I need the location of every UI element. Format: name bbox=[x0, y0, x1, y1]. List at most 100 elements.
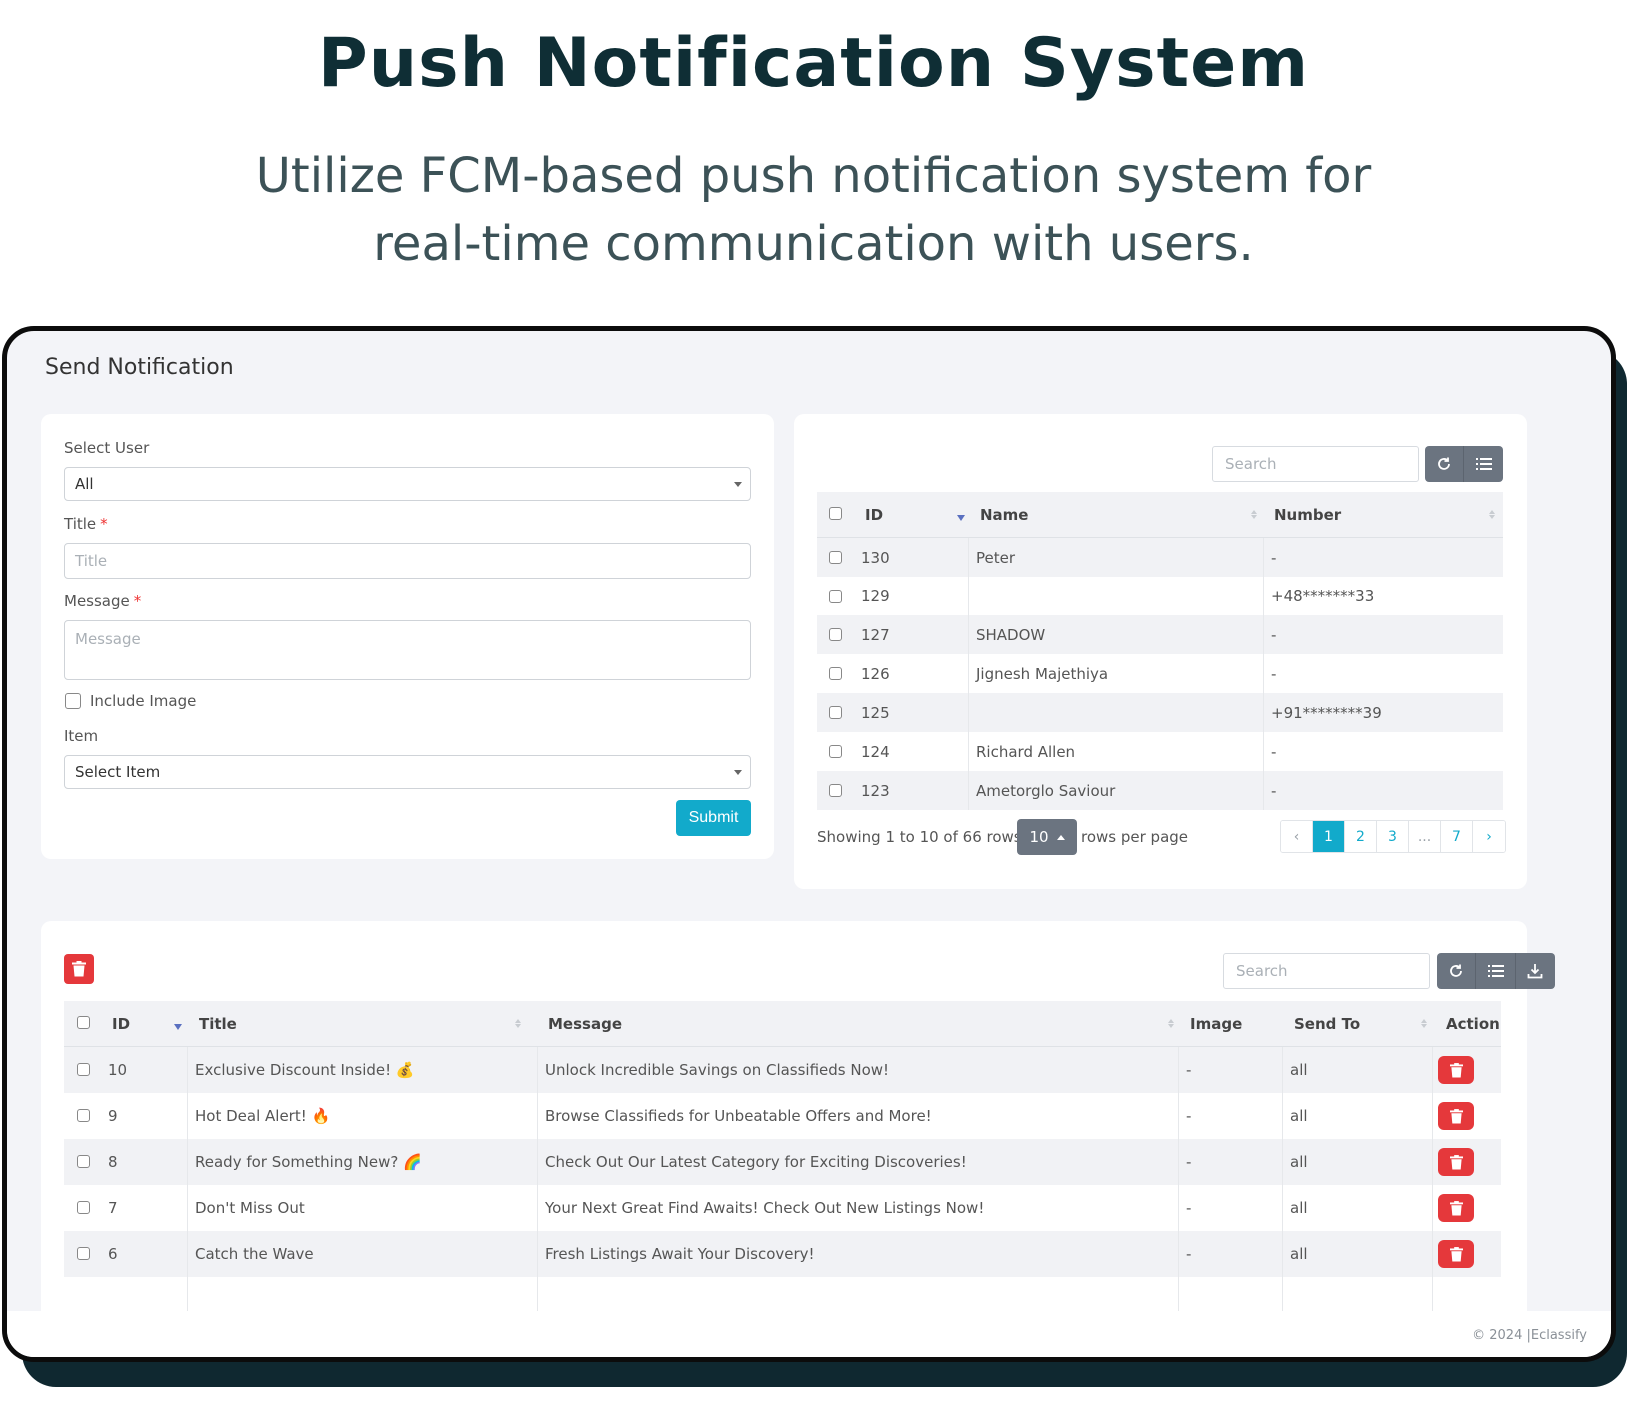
column-divider bbox=[968, 538, 969, 810]
refresh-button[interactable] bbox=[1437, 953, 1477, 989]
message-placeholder: Message bbox=[75, 630, 141, 648]
table-row: 8 Ready for Something New? 🌈 Check Out O… bbox=[64, 1139, 1501, 1185]
delete-button[interactable] bbox=[1438, 1102, 1474, 1130]
chevron-down-icon bbox=[734, 770, 742, 775]
table-row: 127 SHADOW - bbox=[817, 615, 1503, 654]
message-textarea[interactable]: Message bbox=[64, 620, 751, 680]
cell-name: Jignesh Majethiya bbox=[976, 664, 1109, 683]
column-header-send-to[interactable]: Send To bbox=[1294, 1001, 1360, 1047]
row-checkbox[interactable] bbox=[77, 1201, 90, 1214]
sort-icon bbox=[1488, 509, 1496, 520]
message-label-text: Message bbox=[64, 592, 130, 610]
column-header-id[interactable]: ID bbox=[112, 1001, 130, 1047]
cell-number: - bbox=[1271, 625, 1277, 644]
users-table: ID Name Number 130 Peter - 129 +48******… bbox=[817, 492, 1503, 810]
rows-per-page-text: rows per page bbox=[1081, 828, 1189, 846]
include-image-checkbox[interactable] bbox=[65, 693, 81, 709]
column-divider bbox=[537, 1047, 538, 1321]
users-toolbar bbox=[1425, 446, 1503, 482]
column-header-title[interactable]: Title bbox=[199, 1001, 237, 1047]
item-label: Item bbox=[64, 727, 99, 745]
pagination-page-3[interactable]: 3 bbox=[1377, 821, 1409, 852]
row-checkbox[interactable] bbox=[829, 706, 842, 719]
pagination-page-1[interactable]: 1 bbox=[1313, 821, 1345, 852]
columns-button[interactable] bbox=[1476, 953, 1516, 989]
notifications-search-input[interactable]: Search bbox=[1223, 953, 1430, 989]
cell-id: 9 bbox=[108, 1107, 118, 1125]
cell-id: 6 bbox=[108, 1245, 118, 1263]
select-item-value: Select Item bbox=[75, 763, 161, 781]
page-size-button[interactable]: 10 bbox=[1017, 819, 1077, 855]
row-checkbox[interactable] bbox=[829, 784, 842, 797]
refresh-icon bbox=[1450, 964, 1463, 977]
row-checkbox[interactable] bbox=[829, 667, 842, 680]
cell-id: 126 bbox=[861, 664, 890, 683]
column-header-name[interactable]: Name bbox=[980, 492, 1028, 538]
bulk-delete-button[interactable] bbox=[64, 954, 94, 984]
users-table-header: ID Name Number bbox=[817, 492, 1503, 538]
column-header-action: Action bbox=[1446, 1015, 1500, 1033]
trash-icon bbox=[1449, 1154, 1463, 1169]
row-checkbox[interactable] bbox=[829, 628, 842, 641]
cell-name: Peter bbox=[976, 548, 1016, 567]
column-header-message[interactable]: Message bbox=[548, 1001, 622, 1047]
cell-id: 125 bbox=[861, 703, 890, 722]
notifications-search-placeholder: Search bbox=[1236, 962, 1288, 980]
row-checkbox[interactable] bbox=[77, 1063, 90, 1076]
delete-button[interactable] bbox=[1438, 1240, 1474, 1268]
row-checkbox[interactable] bbox=[77, 1109, 90, 1122]
pagination-page-7[interactable]: 7 bbox=[1441, 821, 1473, 852]
title-label-text: Title bbox=[64, 515, 97, 533]
submit-button[interactable]: Submit bbox=[676, 800, 751, 836]
cell-number: - bbox=[1271, 781, 1277, 800]
column-divider bbox=[187, 1047, 188, 1321]
table-row: 6 Catch the Wave Fresh Listings Await Yo… bbox=[64, 1231, 1501, 1277]
trash-icon bbox=[1449, 1246, 1463, 1261]
row-checkbox[interactable] bbox=[829, 745, 842, 758]
select-user-dropdown[interactable]: All bbox=[64, 467, 751, 501]
cell-message: Browse Classifieds for Unbeatable Offers… bbox=[545, 1107, 932, 1125]
columns-button[interactable] bbox=[1464, 446, 1503, 482]
refresh-button[interactable] bbox=[1425, 446, 1465, 482]
column-divider bbox=[1432, 1047, 1433, 1321]
column-header-number[interactable]: Number bbox=[1274, 492, 1341, 538]
cell-id: 130 bbox=[861, 548, 890, 567]
row-checkbox[interactable] bbox=[829, 551, 842, 564]
notifications-table: ID Title Message Image Send To Action 10… bbox=[64, 1001, 1501, 1321]
pagination-page-2[interactable]: 2 bbox=[1345, 821, 1377, 852]
column-header-id[interactable]: ID bbox=[865, 492, 883, 538]
table-row: 9 Hot Deal Alert! 🔥 Browse Classifieds f… bbox=[64, 1093, 1501, 1139]
export-button[interactable] bbox=[1516, 953, 1555, 989]
select-item-dropdown[interactable]: Select Item bbox=[64, 755, 751, 789]
pagination-next[interactable]: › bbox=[1473, 821, 1505, 852]
delete-button[interactable] bbox=[1438, 1148, 1474, 1176]
cell-image: - bbox=[1186, 1199, 1192, 1217]
cell-send-to: all bbox=[1290, 1199, 1308, 1217]
cell-title: Don't Miss Out bbox=[195, 1199, 305, 1217]
title-input[interactable]: Title bbox=[64, 543, 751, 579]
sort-icon bbox=[514, 1018, 522, 1029]
select-all-checkbox[interactable] bbox=[77, 1016, 90, 1029]
notifications-toolbar bbox=[1437, 953, 1555, 989]
table-row: 123 Ametorglo Saviour - bbox=[817, 771, 1503, 810]
refresh-icon bbox=[1438, 457, 1450, 470]
sort-icon bbox=[1420, 1018, 1428, 1029]
row-checkbox[interactable] bbox=[829, 590, 842, 603]
pagination-prev[interactable]: ‹ bbox=[1281, 821, 1313, 852]
sort-icon bbox=[1250, 509, 1258, 520]
list-icon bbox=[1487, 965, 1504, 977]
cell-id: 8 bbox=[108, 1153, 118, 1171]
cell-number: - bbox=[1271, 664, 1277, 683]
users-search-input[interactable]: Search bbox=[1212, 446, 1419, 482]
delete-button[interactable] bbox=[1438, 1056, 1474, 1084]
select-all-checkbox[interactable] bbox=[829, 507, 842, 520]
sort-desc-icon bbox=[957, 515, 965, 521]
row-checkbox[interactable] bbox=[77, 1247, 90, 1260]
select-user-value: All bbox=[75, 475, 94, 493]
trash-icon bbox=[1449, 1200, 1463, 1215]
row-checkbox[interactable] bbox=[77, 1155, 90, 1168]
users-search-placeholder: Search bbox=[1225, 455, 1277, 473]
column-header-image: Image bbox=[1190, 1015, 1243, 1033]
delete-button[interactable] bbox=[1438, 1194, 1474, 1222]
cell-number: - bbox=[1271, 742, 1277, 761]
